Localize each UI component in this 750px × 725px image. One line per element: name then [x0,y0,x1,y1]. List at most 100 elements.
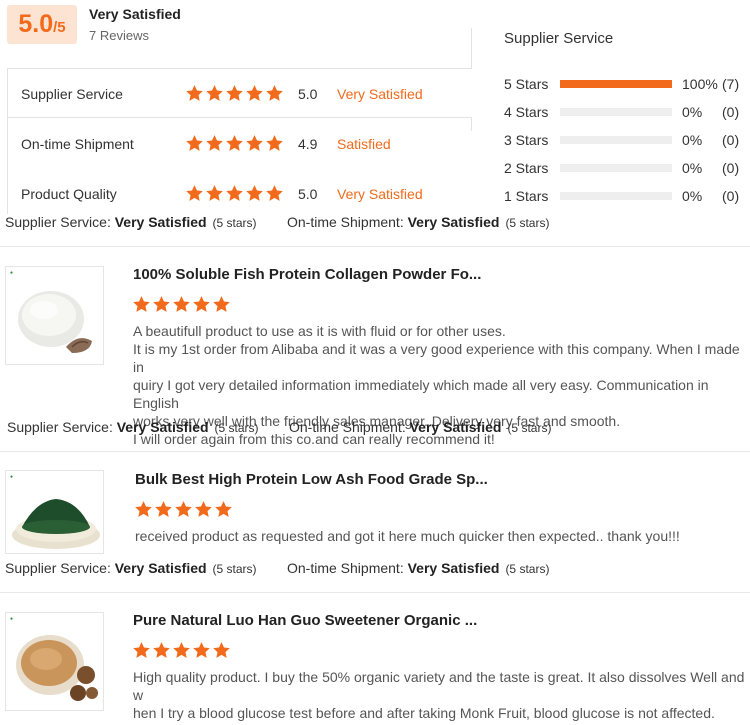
star-icon [133,642,150,658]
distribution-bar [560,108,672,116]
rating-stars [185,84,284,103]
review-text: High quality product. I buy the 50% orga… [133,668,748,725]
star-icon [153,296,170,312]
review-line: It is my 1st order from Alibaba and it w… [133,341,740,375]
distribution-count: (7) [722,76,740,92]
star-icon [266,185,283,201]
distribution-bar [560,136,672,144]
star-icon [193,296,210,312]
review-service-stars: (5 stars) [214,421,259,435]
overall-score: 5.0 [18,10,54,38]
review-stars [132,295,231,314]
star-icon [266,135,283,151]
review-line: A beautifull product to use as it is wit… [133,323,506,339]
review-product-title[interactable]: Pure Natural Luo Han Guo Sweetener Organ… [133,612,477,629]
product-thumbnail[interactable]: ● [5,470,104,554]
review-line: High quality product. I buy the 50% orga… [133,669,745,703]
distribution-percent: 0% [682,160,703,176]
distribution-count: (0) [722,160,740,176]
distribution-percent: 0% [682,188,703,204]
distribution-row-2: 2 Stars 0% (0) [504,160,744,176]
product-thumbnail[interactable]: ● [5,612,104,711]
star-icon [226,85,243,101]
review-service: Supplier Service: Very Satisfied (5 stars… [5,560,257,576]
distribution-row-3: 3 Stars 0% (0) [504,132,744,148]
review-text: received product as requested and got it… [135,527,750,545]
review-shipment-value: Very Satisfied [407,560,500,576]
star-icon [155,501,172,517]
rating-row-supplier-service: Supplier Service 5.0 Very Satisfied [8,84,473,104]
review-shipment-stars: (5 stars) [507,421,552,435]
rating-stars [185,134,284,153]
star-icon [175,501,192,517]
review-line: hen I try a blood glucose test before an… [133,705,715,725]
star-icon [246,185,263,201]
distribution-row-5: 5 Stars 100% (7) [504,76,744,92]
distribution-row-1: 1 Stars 0% (0) [504,188,744,204]
review-product-title[interactable]: 100% Soluble Fish Protein Collagen Powde… [133,266,481,283]
review-shipment-stars: (5 stars) [505,562,550,576]
star-icon [213,642,230,658]
review-line: received product as requested and got it… [135,528,680,544]
distribution-label: 3 Stars [504,132,549,148]
rating-row-edge [471,117,472,131]
review-product-title[interactable]: Bulk Best High Protein Low Ash Food Grad… [135,471,488,488]
ratings-table: Supplier Service 5.0 Very Satisfied On-t… [7,68,472,214]
rating-label: On-time Shipment [21,136,134,152]
summary-shipment-stars: (5 stars) [505,216,550,230]
review-service-value: Very Satisfied [114,560,207,576]
overall-rating-label: Very Satisfied [89,6,181,22]
star-icon [215,501,232,517]
star-icon [226,135,243,151]
review-divider [0,592,750,593]
distribution-count: (0) [722,188,740,204]
summary-service-stars: (5 stars) [212,216,257,230]
review-shipment: On-time Shipment: Very Satisfied (5 stars… [287,560,549,576]
star-icon [246,85,263,101]
star-icon [266,85,283,101]
rating-row-product-quality: Product Quality 5.0 Very Satisfied [8,184,473,204]
overview-divider [471,28,472,69]
distribution-percent: 100% [682,76,718,92]
distribution-count: (0) [722,132,740,148]
review-stars [134,500,233,519]
white-powder-bowl-icon [18,291,92,353]
distribution-bar [560,164,672,172]
summary-shipment-label: On-time Shipment: [287,214,404,230]
star-icon [193,642,210,658]
review-service-value: Very Satisfied [116,419,209,435]
rating-verdict: Very Satisfied [337,186,423,202]
rating-score: 5.0 [298,86,318,102]
summary-service: Supplier Service: Very Satisfied (5 stars… [5,214,257,230]
review-line: quiry I got very detailed information im… [133,377,709,411]
overall-score-badge: 5.0 /5 [7,5,77,44]
distribution-bar [560,192,672,200]
star-icon [153,642,170,658]
summary-shipment-value: Very Satisfied [407,214,500,230]
distribution-title: Supplier Service [504,30,614,47]
rating-score: 5.0 [298,186,318,202]
review-divider [0,451,750,452]
review-service-label: Supplier Service: [7,419,113,435]
green-powder-dish-icon [12,499,100,549]
supplier-logo-icon: ● [10,270,14,276]
distribution-label: 5 Stars [504,76,549,92]
rating-score: 4.9 [298,136,318,152]
star-icon [213,296,230,312]
summary-service-label: Supplier Service: [5,214,111,230]
review-stars [132,641,231,660]
review-service: Supplier Service: Very Satisfied (5 stars… [7,419,259,435]
star-icon [173,642,190,658]
distribution-row-4: 4 Stars 0% (0) [504,104,744,120]
distribution-percent: 0% [682,104,703,120]
star-icon [226,185,243,201]
distribution-label: 4 Stars [504,104,549,120]
product-thumbnail[interactable]: ● [5,266,104,365]
review-shipment-label: On-time Shipment: [289,419,406,435]
star-icon [186,185,203,201]
rating-row-divider [7,117,472,118]
star-icon [195,501,212,517]
supplier-logo-icon: ● [10,474,14,480]
distribution-bar [560,80,672,88]
star-icon [186,135,203,151]
